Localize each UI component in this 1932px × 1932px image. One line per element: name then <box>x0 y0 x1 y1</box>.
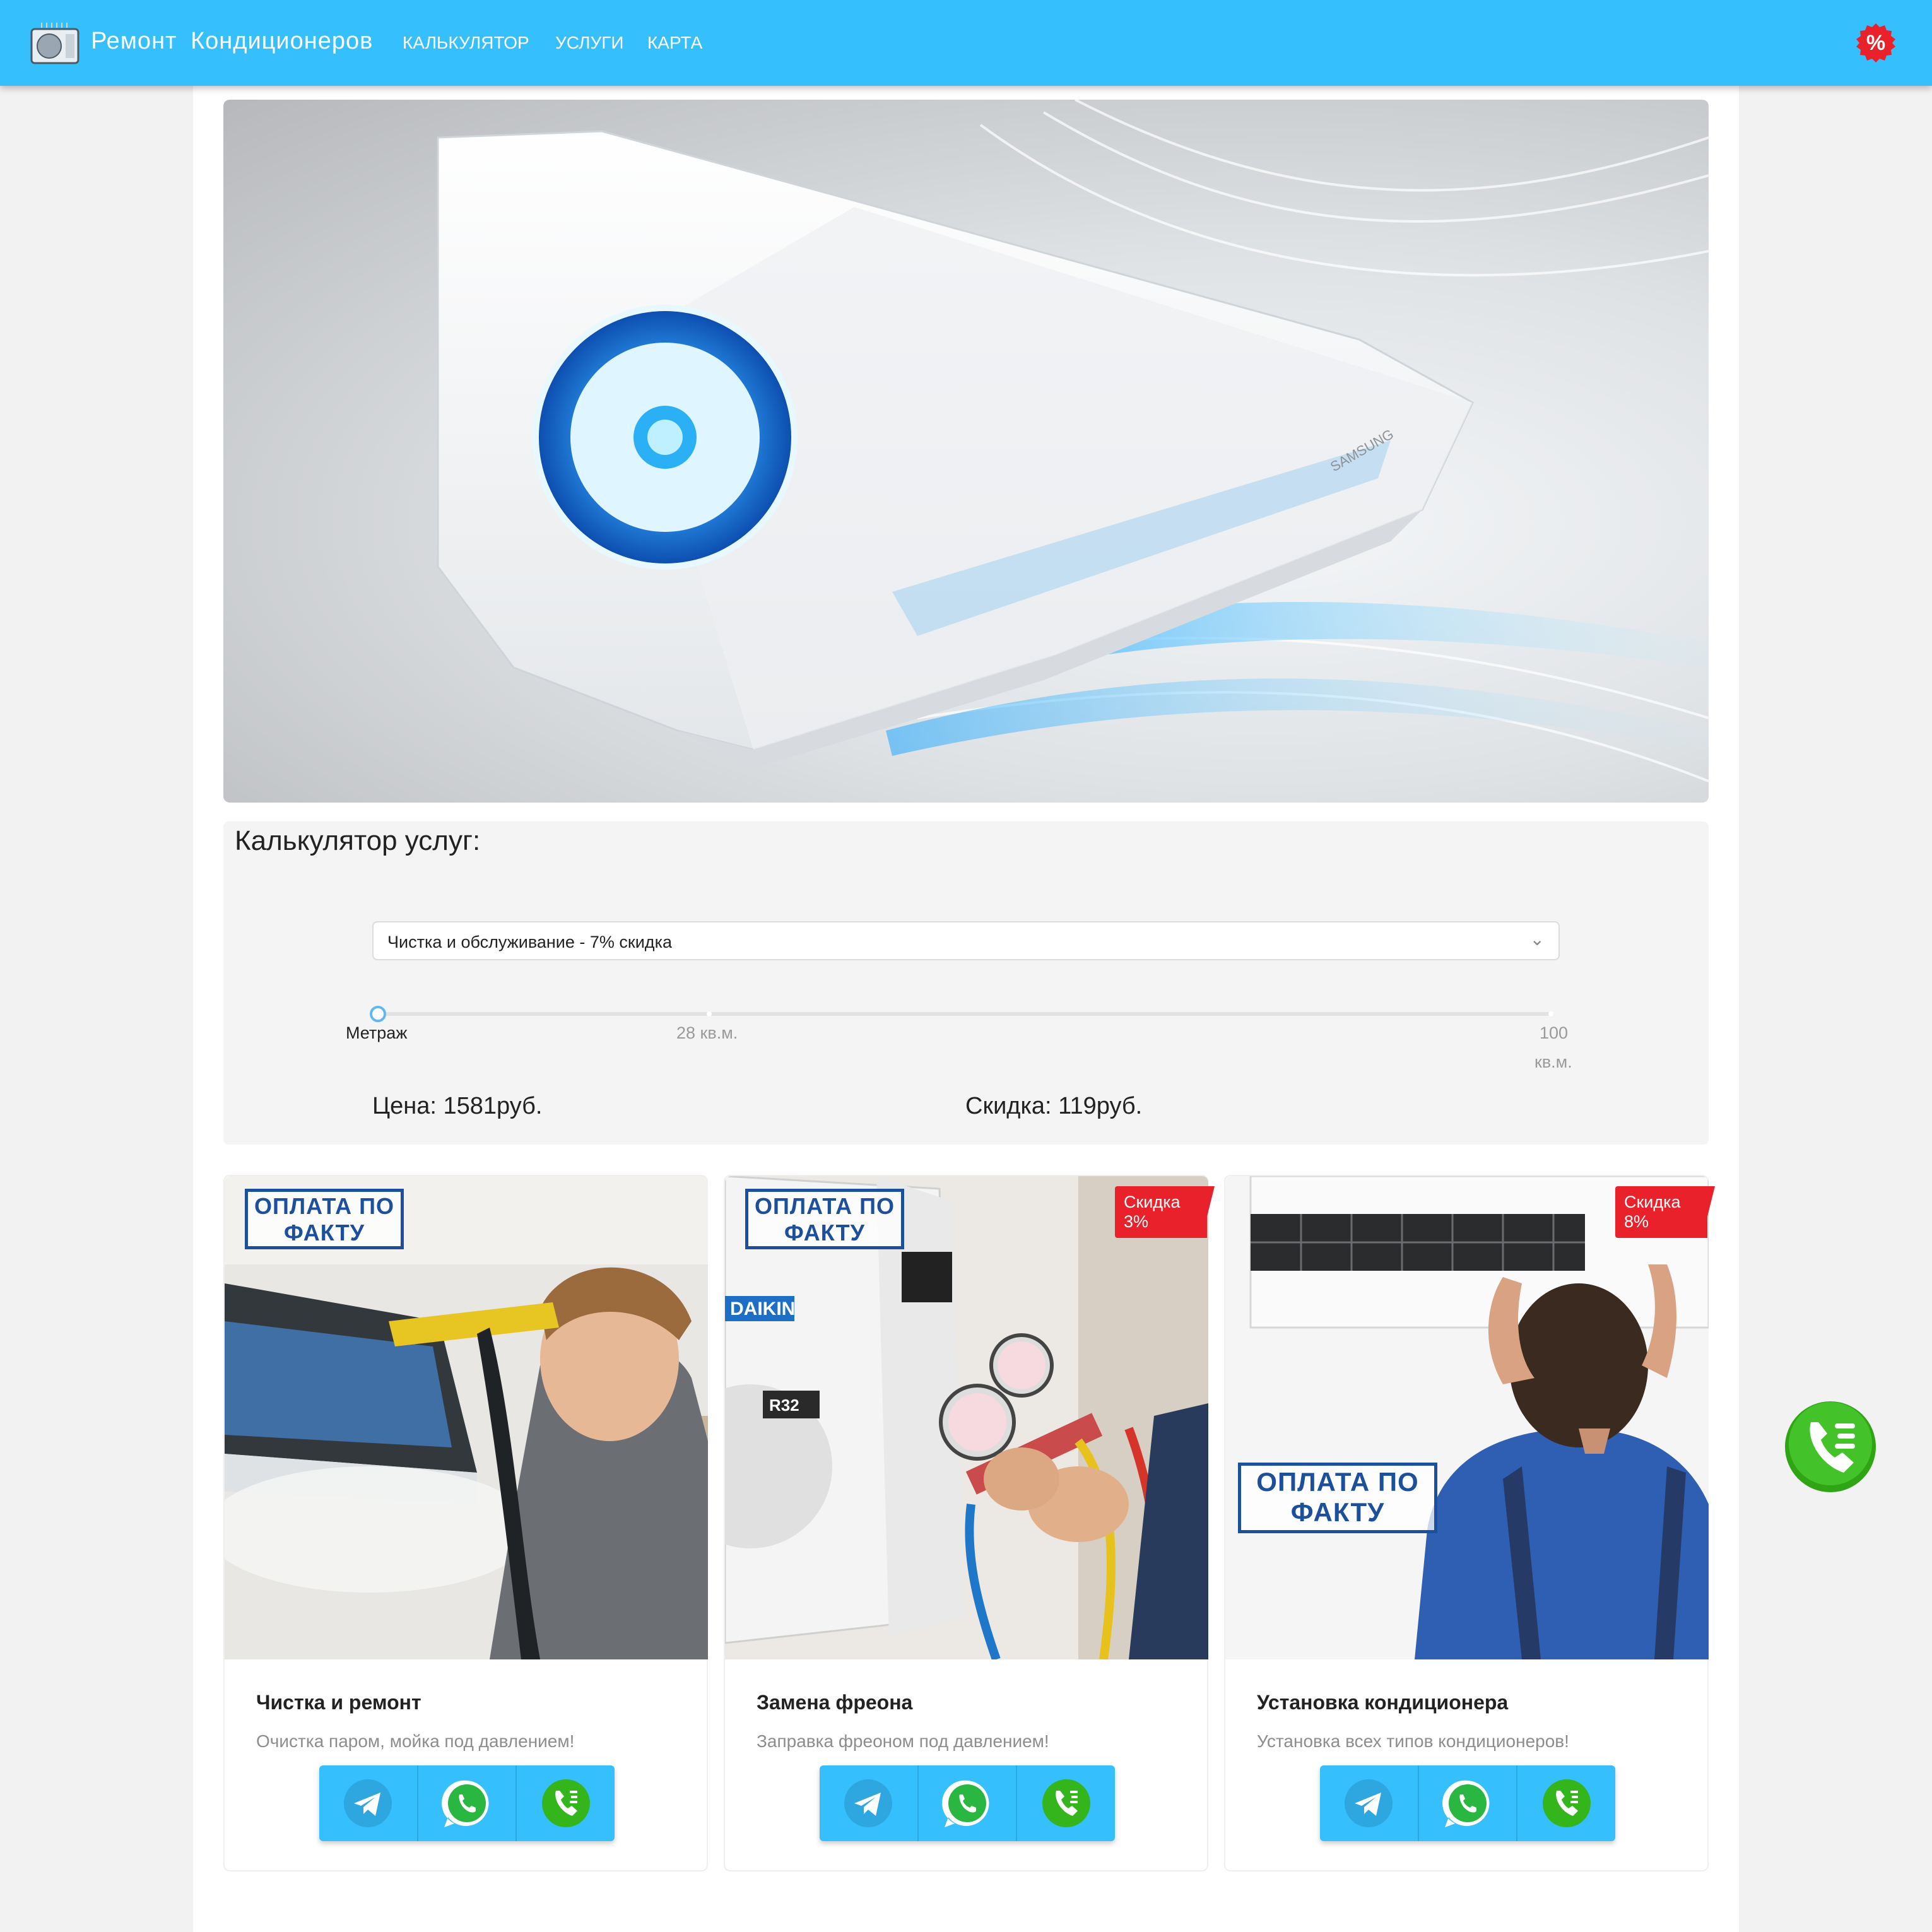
slider-mark <box>707 1011 712 1016</box>
discount-badge: Скидка 8% <box>1615 1186 1715 1238</box>
area-slider-handle[interactable] <box>370 1006 386 1022</box>
contact-buttons <box>319 1765 615 1841</box>
slider-mid-label: 28 кв.м. <box>676 1023 738 1042</box>
discount-percent-icon[interactable]: % <box>1855 22 1897 64</box>
phone-icon <box>1042 1779 1090 1827</box>
card-description: Установка всех типов кондиционеров! <box>1257 1731 1569 1751</box>
card-description: Очистка паром, мойка под давлением! <box>256 1731 575 1751</box>
card-title: Установка кондиционера <box>1257 1691 1509 1714</box>
nav-map[interactable]: КАРТА <box>647 33 702 53</box>
nav-services[interactable]: УСЛУГИ <box>555 33 624 53</box>
contact-buttons <box>820 1765 1115 1841</box>
telegram-icon <box>1345 1779 1393 1827</box>
area-slider-track[interactable] <box>377 1012 1553 1016</box>
slider-label-area: Метраж <box>346 1023 408 1042</box>
service-card: ОПЛАТА ПО ФАКТУ Чистка и ремонт Очистка п… <box>223 1175 708 1871</box>
pay-on-completion-badge: ОПЛАТА ПО ФАКТУ <box>245 1189 404 1249</box>
call-button[interactable] <box>517 1765 615 1841</box>
whatsapp-button[interactable] <box>1419 1765 1518 1841</box>
call-button[interactable] <box>1017 1765 1115 1841</box>
discount-badge: Скидка 3% <box>1115 1186 1215 1238</box>
discount-result: Скидка: 119руб. <box>965 1093 1143 1119</box>
phone-icon <box>1542 1779 1591 1827</box>
floating-call-button[interactable] <box>1783 1399 1878 1494</box>
hero-banner: SAMSUNG <box>223 100 1709 803</box>
card-description: Заправка фреоном под давлением! <box>757 1731 1049 1751</box>
pay-on-completion-badge: ОПЛАТА ПО ФАКТУ <box>1238 1463 1437 1533</box>
call-button[interactable] <box>1517 1765 1615 1841</box>
telegram-button[interactable] <box>319 1765 418 1841</box>
brand-name[interactable]: Ремонт Кондиционеров <box>91 28 373 55</box>
service-select-value: Чистка и обслуживание - 7% скидка <box>387 933 672 951</box>
card-title: Замена фреона <box>757 1691 913 1714</box>
price-result: Цена: 1581руб. <box>372 1093 543 1119</box>
service-card: DAIKIN R32 ОПЛАТА ПО ФАКТУ Скидка 3% Заме… <box>724 1175 1215 1871</box>
phone-icon <box>541 1779 590 1827</box>
nav-calculator[interactable]: КАЛЬКУЛЯТОР <box>403 33 529 53</box>
service-select[interactable]: Чистка и обслуживание - 7% скидка ⌄ <box>372 921 1560 960</box>
whatsapp-icon <box>442 1780 489 1827</box>
telegram-icon <box>844 1779 893 1827</box>
slider-max-unit: кв.м. <box>1534 1052 1572 1071</box>
slider-max-label: 100 <box>1540 1023 1569 1042</box>
card-title: Чистка и ремонт <box>256 1691 421 1714</box>
services-calculator: Калькулятор услуг: Чистка и обслуживание… <box>223 822 1709 1145</box>
calculator-title: Калькулятор услуг: <box>235 825 481 856</box>
pay-on-completion-badge: ОПЛАТА ПО ФАКТУ <box>745 1189 904 1249</box>
air-conditioner-hero-image: SAMSUNG <box>437 100 1709 782</box>
whatsapp-icon <box>942 1780 989 1827</box>
whatsapp-button[interactable] <box>919 1765 1018 1841</box>
site-header: Ремонт Кондиционеров КАЛЬКУЛЯТОР УСЛУГИ … <box>0 0 1932 86</box>
contact-buttons <box>1320 1765 1615 1841</box>
telegram-icon <box>344 1779 392 1827</box>
freon-service-photo: DAIKIN R32 ОПЛАТА ПО ФАКТУ <box>725 1176 1208 1659</box>
telegram-button[interactable] <box>820 1765 919 1841</box>
telegram-button[interactable] <box>1320 1765 1419 1841</box>
installation-service-photo: ОПЛАТА ПО ФАКТУ <box>1225 1176 1709 1659</box>
cleaning-service-photo: ОПЛАТА ПО ФАКТУ <box>225 1176 708 1659</box>
chevron-down-icon: ⌄ <box>1529 929 1545 949</box>
whatsapp-icon <box>1442 1780 1490 1827</box>
service-card: ОПЛАТА ПО ФАКТУ Скидка 8% Установка конди… <box>1224 1175 1715 1871</box>
svg-text:R32: R32 <box>769 1396 799 1415</box>
air-conditioner-logo-icon[interactable] <box>30 21 80 66</box>
phone-icon <box>1785 1401 1876 1492</box>
svg-text:DAIKIN: DAIKIN <box>730 1299 795 1319</box>
whatsapp-button[interactable] <box>418 1765 517 1841</box>
svg-text:%: % <box>1866 31 1885 55</box>
slider-mark <box>1548 1011 1553 1016</box>
